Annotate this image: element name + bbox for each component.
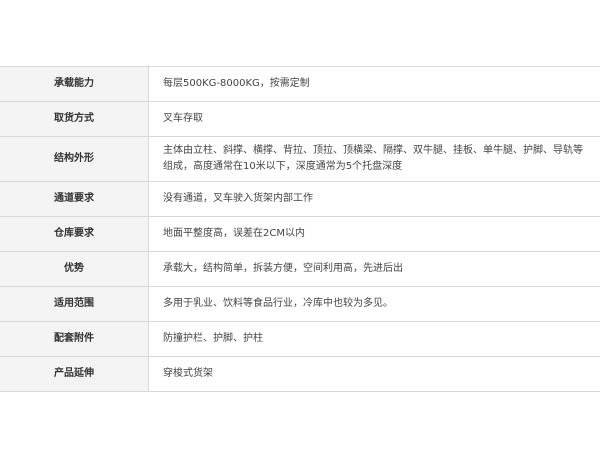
spec-table: 承载能力 每层500KG-8000KG，按需定制 取货方式 叉车存取 结构外形 …: [0, 66, 600, 392]
table-row: 产品延伸 穿梭式货架: [0, 356, 600, 392]
table-row: 结构外形 主体由立柱、斜撑、横撑、背拉、顶拉、顶横梁、隔撑、双牛腿、挂板、单牛腿…: [0, 136, 600, 182]
row-value-aisle-requirement: 没有通道，叉车驶入货架内部工作: [148, 181, 600, 217]
row-label-structure: 结构外形: [0, 136, 149, 182]
row-value-pickup-method: 叉车存取: [148, 101, 600, 137]
page: 承载能力 每层500KG-8000KG，按需定制 取货方式 叉车存取 结构外形 …: [0, 0, 600, 450]
row-value-structure: 主体由立柱、斜撑、横撑、背拉、顶拉、顶横梁、隔撑、双牛腿、挂板、单牛腿、护脚、导…: [148, 136, 600, 182]
table-row: 优势 承载大，结构简单，拆装方便，空间利用高，先进后出: [0, 251, 600, 287]
row-label-accessories: 配套附件: [0, 321, 149, 357]
row-label-advantages: 优势: [0, 251, 149, 287]
table-row: 适用范围 多用于乳业、饮料等食品行业，冷库中也较为多见。: [0, 286, 600, 322]
row-label-load-capacity: 承载能力: [0, 66, 149, 102]
row-label-aisle-requirement: 通道要求: [0, 181, 149, 217]
row-label-pickup-method: 取货方式: [0, 101, 149, 137]
row-value-product-extension: 穿梭式货架: [148, 356, 600, 392]
table-row: 承载能力 每层500KG-8000KG，按需定制: [0, 66, 600, 102]
row-value-accessories: 防撞护栏、护脚、护柱: [148, 321, 600, 357]
row-label-warehouse-requirement: 仓库要求: [0, 216, 149, 252]
row-value-application-scope: 多用于乳业、饮料等食品行业，冷库中也较为多见。: [148, 286, 600, 322]
row-label-application-scope: 适用范围: [0, 286, 149, 322]
table-row: 配套附件 防撞护栏、护脚、护柱: [0, 321, 600, 357]
row-label-product-extension: 产品延伸: [0, 356, 149, 392]
row-value-load-capacity: 每层500KG-8000KG，按需定制: [148, 66, 600, 102]
row-value-warehouse-requirement: 地面平整度高，误差在2CM以内: [148, 216, 600, 252]
table-row: 取货方式 叉车存取: [0, 101, 600, 137]
table-row: 仓库要求 地面平整度高，误差在2CM以内: [0, 216, 600, 252]
row-value-advantages: 承载大，结构简单，拆装方便，空间利用高，先进后出: [148, 251, 600, 287]
table-row: 通道要求 没有通道，叉车驶入货架内部工作: [0, 181, 600, 217]
